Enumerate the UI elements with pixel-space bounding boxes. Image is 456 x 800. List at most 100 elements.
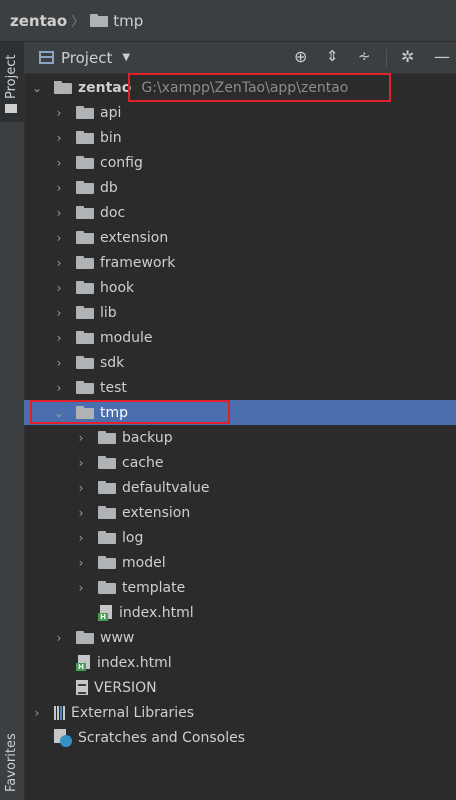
- breadcrumb-separator-icon: 〉: [71, 15, 85, 30]
- tree-row-label: hook: [100, 279, 135, 296]
- tree-row-api[interactable]: › api: [24, 100, 456, 125]
- project-tool-tab[interactable]: Project: [0, 42, 24, 122]
- project-view-selector[interactable]: Project: [61, 49, 112, 67]
- tmp-highlight-box: [30, 400, 230, 424]
- tree-row-label: Scratches and Consoles: [78, 729, 245, 746]
- chevron-right-icon[interactable]: ›: [54, 206, 64, 220]
- chevron-right-icon[interactable]: ›: [76, 531, 86, 545]
- tree-row-www[interactable]: › www: [24, 625, 456, 650]
- gear-icon[interactable]: ✲: [401, 47, 414, 66]
- chevron-right-icon[interactable]: ›: [76, 506, 86, 520]
- tree-row-sdk[interactable]: › sdk: [24, 350, 456, 375]
- folder-icon: [54, 81, 72, 94]
- tree-row-label: model: [122, 554, 166, 571]
- tree-row-extension[interactable]: › extension: [24, 500, 456, 525]
- tree-row-label: backup: [122, 429, 173, 446]
- chevron-right-icon[interactable]: ›: [54, 106, 64, 120]
- tree-row-label: test: [100, 379, 127, 396]
- folder-icon: [98, 456, 116, 469]
- tree-row-label: defaultvalue: [122, 479, 210, 496]
- tree-row-index-html[interactable]: Hindex.html: [24, 600, 456, 625]
- chevron-right-icon[interactable]: ›: [54, 156, 64, 170]
- project-view-icon: [39, 51, 54, 64]
- chevron-right-icon[interactable]: ›: [76, 431, 86, 445]
- chevron-right-icon[interactable]: ›: [54, 131, 64, 145]
- chevron-right-icon[interactable]: ›: [54, 306, 64, 320]
- html-file-icon: H: [76, 654, 91, 671]
- tree-row-index-html[interactable]: Hindex.html: [24, 650, 456, 675]
- tree-row-model[interactable]: › model: [24, 550, 456, 575]
- chevron-right-icon[interactable]: ›: [76, 481, 86, 495]
- folder-icon: [98, 431, 116, 444]
- chevron-right-icon[interactable]: ›: [54, 281, 64, 295]
- collapse-all-icon[interactable]: ∻: [358, 47, 371, 65]
- tree-row-doc[interactable]: › doc: [24, 200, 456, 225]
- chevron-right-icon[interactable]: ›: [54, 256, 64, 270]
- tree-row-defaultvalue[interactable]: › defaultvalue: [24, 475, 456, 500]
- tree-row-label: config: [100, 154, 143, 171]
- tree-row-template[interactable]: › template: [24, 575, 456, 600]
- tree-row-framework[interactable]: › framework: [24, 250, 456, 275]
- text-file-icon: [76, 680, 88, 695]
- library-bar: [60, 705, 62, 720]
- folder-icon: [76, 206, 94, 219]
- tree-row-module[interactable]: › module: [24, 325, 456, 350]
- chevron-right-icon[interactable]: ›: [54, 381, 64, 395]
- chevron-down-icon[interactable]: ⌄: [32, 81, 42, 95]
- folder-icon: [76, 256, 94, 269]
- library-bar: [63, 705, 65, 720]
- folder-icon: [98, 581, 116, 594]
- tree-row-bin[interactable]: › bin: [24, 125, 456, 150]
- chevron-right-icon[interactable]: ›: [76, 581, 86, 595]
- folder-icon: [76, 106, 94, 119]
- clock-icon: [60, 734, 72, 747]
- chevron-down-icon[interactable]: ▼: [122, 52, 130, 63]
- favorites-tool-tab[interactable]: Favorites: [0, 722, 24, 800]
- html-badge: H: [98, 612, 108, 621]
- folder-icon: [76, 631, 94, 644]
- expand-all-icon[interactable]: ⇕: [326, 47, 339, 65]
- tree-row-label: index.html: [97, 654, 172, 671]
- tree-row-label: extension: [100, 229, 169, 246]
- tree-row-extension[interactable]: › extension: [24, 225, 456, 250]
- folder-icon: [76, 331, 94, 344]
- tree-row-db[interactable]: › db: [24, 175, 456, 200]
- chevron-right-icon[interactable]: ›: [54, 181, 64, 195]
- folder-icon: [76, 181, 94, 194]
- chevron-right-icon[interactable]: ›: [54, 356, 64, 370]
- folder-icon: [98, 506, 116, 519]
- tree-row-external-libraries[interactable]: › External Libraries: [24, 700, 456, 725]
- breadcrumb-project[interactable]: zentao: [10, 12, 67, 30]
- navigation-bar: zentao 〉 tmp: [0, 0, 456, 42]
- tree-row-test[interactable]: › test: [24, 375, 456, 400]
- folder-icon: [76, 306, 94, 319]
- libraries-icon: [54, 705, 65, 720]
- chevron-right-icon[interactable]: ›: [76, 456, 86, 470]
- tree-row-cache[interactable]: › cache: [24, 450, 456, 475]
- tree-row-backup[interactable]: › backup: [24, 425, 456, 450]
- html-file-icon: H: [98, 604, 113, 621]
- tree-row-label: api: [100, 104, 122, 121]
- tree-row-label: VERSION: [94, 679, 157, 696]
- locate-icon[interactable]: ⊕: [294, 47, 307, 66]
- tree-row-label: www: [100, 629, 135, 646]
- chevron-right-icon[interactable]: ›: [76, 556, 86, 570]
- tree-row-log[interactable]: › log: [24, 525, 456, 550]
- tree-row-hook[interactable]: › hook: [24, 275, 456, 300]
- breadcrumb-folder[interactable]: tmp: [113, 12, 143, 30]
- favorites-tab-label: Favorites: [4, 733, 19, 792]
- tree-row-label: db: [100, 179, 118, 196]
- project-tree: ⌄ zentao G:\xampp\ZenTao\app\zentao › api…: [24, 74, 456, 800]
- chevron-right-icon[interactable]: ›: [54, 631, 64, 645]
- tree-row-lib[interactable]: › lib: [24, 300, 456, 325]
- chevron-right-icon[interactable]: ›: [32, 706, 42, 720]
- tree-row-label: External Libraries: [71, 704, 194, 721]
- folder-icon: [5, 104, 17, 113]
- tree-row-scratches-and-consoles[interactable]: Scratches and Consoles: [24, 725, 456, 750]
- tree-row-config[interactable]: › config: [24, 150, 456, 175]
- chevron-right-icon[interactable]: ›: [54, 331, 64, 345]
- tree-row-version[interactable]: VERSION: [24, 675, 456, 700]
- minimize-icon[interactable]: —: [434, 47, 450, 66]
- library-bar: [57, 705, 59, 720]
- chevron-right-icon[interactable]: ›: [54, 231, 64, 245]
